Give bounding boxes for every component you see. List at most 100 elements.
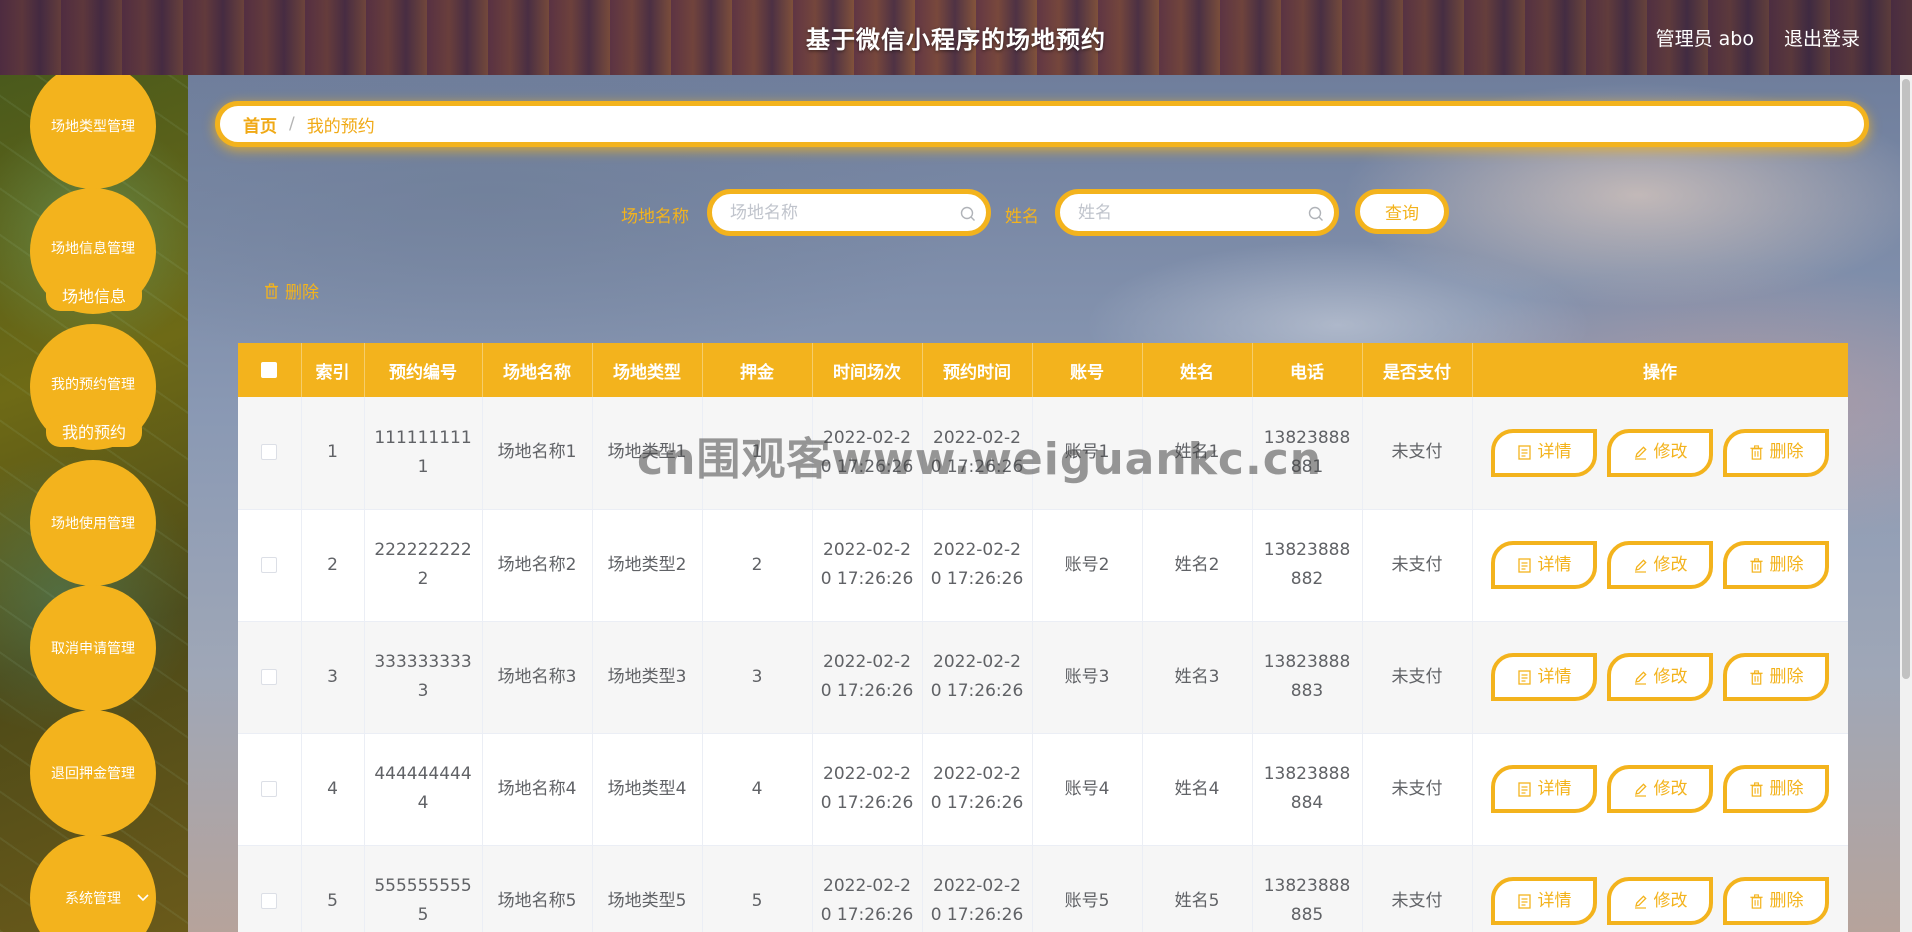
- header-select-all[interactable]: [238, 343, 302, 397]
- index-cell: 5: [301, 845, 365, 932]
- name-cell: 姓名2: [1142, 509, 1253, 622]
- detail-button-label: 详情: [1537, 442, 1572, 463]
- sidebar: 场地类型管理 场地信息管理 场地信息 我的预约管理 我的预约 场地使用管理 取消…: [0, 75, 188, 932]
- name-label: 姓名: [1005, 207, 1039, 227]
- detail-button[interactable]: 详情: [1491, 765, 1597, 813]
- account-cell: 账号5: [1032, 845, 1143, 932]
- time-slot-cell: 2022-02-20 17:26:26: [812, 733, 923, 846]
- select-all-checkbox[interactable]: [261, 362, 278, 378]
- booking-time-cell: 2022-02-20 17:26:26: [922, 621, 1033, 734]
- detail-button-label: 详情: [1537, 890, 1572, 911]
- row-select-cell[interactable]: [238, 845, 302, 932]
- sidebar-item-venue-usage[interactable]: 场地使用管理: [30, 460, 156, 586]
- row-checkbox[interactable]: [261, 444, 278, 461]
- paid-status-cell: 未支付: [1362, 845, 1473, 932]
- breadcrumb: 首页 / 我的预约: [215, 101, 1869, 147]
- table-row: 4 4444444444 场地名称4 场地类型4 4 2022-02-20 17…: [238, 733, 1848, 846]
- booking-table: 索引 预约编号 场地名称 场地类型 押金 时间场次 预约时间 账号 姓名 电话 …: [238, 343, 1848, 932]
- index-cell: 1: [301, 397, 365, 510]
- booking-time-cell: 2022-02-20 17:26:26: [922, 509, 1033, 622]
- deposit-cell: 1: [702, 397, 813, 510]
- edit-button[interactable]: 修改: [1607, 428, 1713, 477]
- booking-number-cell: 3333333333: [364, 621, 483, 734]
- edit-button[interactable]: 修改: [1607, 877, 1713, 925]
- query-button[interactable]: 查询: [1355, 189, 1449, 234]
- delete-button-label: 删除: [1769, 554, 1804, 575]
- vertical-scrollbar[interactable]: [1900, 75, 1912, 932]
- search-icon: [1308, 206, 1323, 221]
- delete-button[interactable]: 删除: [1723, 765, 1829, 813]
- time-slot-cell: 2022-02-20 17:26:26: [812, 509, 923, 622]
- sidebar-subitem-venue-info[interactable]: 场地信息: [46, 279, 142, 311]
- logout-link[interactable]: 退出登录: [1784, 24, 1860, 51]
- column-header: 操作: [1472, 343, 1848, 397]
- bulk-delete-button[interactable]: 删除: [264, 278, 319, 303]
- row-checkbox[interactable]: [261, 780, 278, 797]
- index-cell: 2: [301, 509, 365, 622]
- document-icon: [1517, 893, 1531, 909]
- column-header: 押金: [702, 343, 813, 397]
- booking-number-cell: 2222222222: [364, 509, 483, 622]
- edit-button-label: 修改: [1653, 554, 1688, 575]
- row-select-cell[interactable]: [238, 621, 302, 734]
- operations-cell: 详情 修改 删除: [1472, 621, 1848, 734]
- delete-button[interactable]: 删除: [1723, 541, 1829, 589]
- sidebar-subitem-my-booking[interactable]: 我的预约: [46, 415, 142, 447]
- trash-icon: [1749, 893, 1763, 909]
- venue-type-cell: 场地类型1: [592, 397, 703, 510]
- delete-button[interactable]: 删除: [1723, 653, 1829, 701]
- column-header: 时间场次: [812, 343, 923, 397]
- venue-name-cell: 场地名称4: [482, 733, 593, 846]
- edit-button-label: 修改: [1653, 666, 1688, 687]
- venue-name-input[interactable]: [730, 202, 960, 223]
- delete-button[interactable]: 删除: [1723, 428, 1829, 477]
- table-header-row: 索引 预约编号 场地名称 场地类型 押金 时间场次 预约时间 账号 姓名 电话 …: [238, 343, 1848, 397]
- breadcrumb-home[interactable]: 首页: [243, 112, 277, 137]
- sidebar-subitem-label: 我的预约: [61, 423, 126, 442]
- row-checkbox[interactable]: [261, 668, 278, 685]
- venue-name-cell: 场地名称2: [482, 509, 593, 622]
- detail-button[interactable]: 详情: [1491, 428, 1597, 477]
- detail-button[interactable]: 详情: [1491, 541, 1597, 589]
- row-select-cell[interactable]: [238, 509, 302, 622]
- delete-button[interactable]: 删除: [1723, 877, 1829, 925]
- sidebar-item-system[interactable]: 系统管理: [30, 835, 156, 932]
- trash-icon: [265, 282, 278, 299]
- sidebar-item-label: 系统管理: [65, 891, 121, 907]
- paid-status-cell: 未支付: [1362, 397, 1473, 510]
- row-select-cell[interactable]: [238, 397, 302, 510]
- sidebar-item-deposit-refund[interactable]: 退回押金管理: [30, 710, 156, 836]
- sidebar-item-label: 取消申请管理: [51, 641, 135, 657]
- name-cell: 姓名5: [1142, 845, 1253, 932]
- row-checkbox[interactable]: [261, 556, 278, 573]
- sidebar-item-venue-type[interactable]: 场地类型管理: [30, 75, 156, 189]
- row-checkbox[interactable]: [261, 892, 278, 909]
- bulk-delete-label: 删除: [285, 283, 319, 303]
- admin-name: 管理员 abo: [1655, 28, 1754, 50]
- breadcrumb-separator: /: [289, 114, 295, 134]
- venue-name-search-box: [707, 189, 991, 236]
- edit-button[interactable]: 修改: [1607, 765, 1713, 813]
- sidebar-item-cancel-request[interactable]: 取消申请管理: [30, 585, 156, 711]
- pencil-icon: [1634, 558, 1647, 573]
- detail-button[interactable]: 详情: [1491, 877, 1597, 925]
- venue-name-cell: 场地名称5: [482, 845, 593, 932]
- booking-time-cell: 2022-02-20 17:26:26: [922, 733, 1033, 846]
- table-row: 3 3333333333 场地名称3 场地类型3 3 2022-02-20 17…: [238, 621, 1848, 734]
- scrollbar-thumb[interactable]: [1902, 79, 1910, 679]
- time-slot-cell: 2022-02-20 17:26:26: [812, 845, 923, 932]
- operations-cell: 详情 修改 删除: [1472, 733, 1848, 846]
- name-input[interactable]: [1078, 202, 1308, 223]
- detail-button[interactable]: 详情: [1491, 653, 1597, 701]
- column-header: 姓名: [1142, 343, 1253, 397]
- table-row: 1 1111111111 场地名称1 场地类型1 1 2022-02-20 17…: [238, 397, 1848, 510]
- row-select-cell[interactable]: [238, 733, 302, 846]
- deposit-cell: 5: [702, 845, 813, 932]
- edit-button[interactable]: 修改: [1607, 653, 1713, 701]
- document-icon: [1517, 445, 1531, 460]
- header-user-area: 管理员 abo 退出登录: [1656, 24, 1860, 51]
- detail-button-label: 详情: [1537, 666, 1572, 687]
- edit-button[interactable]: 修改: [1607, 541, 1713, 589]
- index-cell: 4: [301, 733, 365, 846]
- phone-cell: 13823888882: [1252, 509, 1363, 622]
